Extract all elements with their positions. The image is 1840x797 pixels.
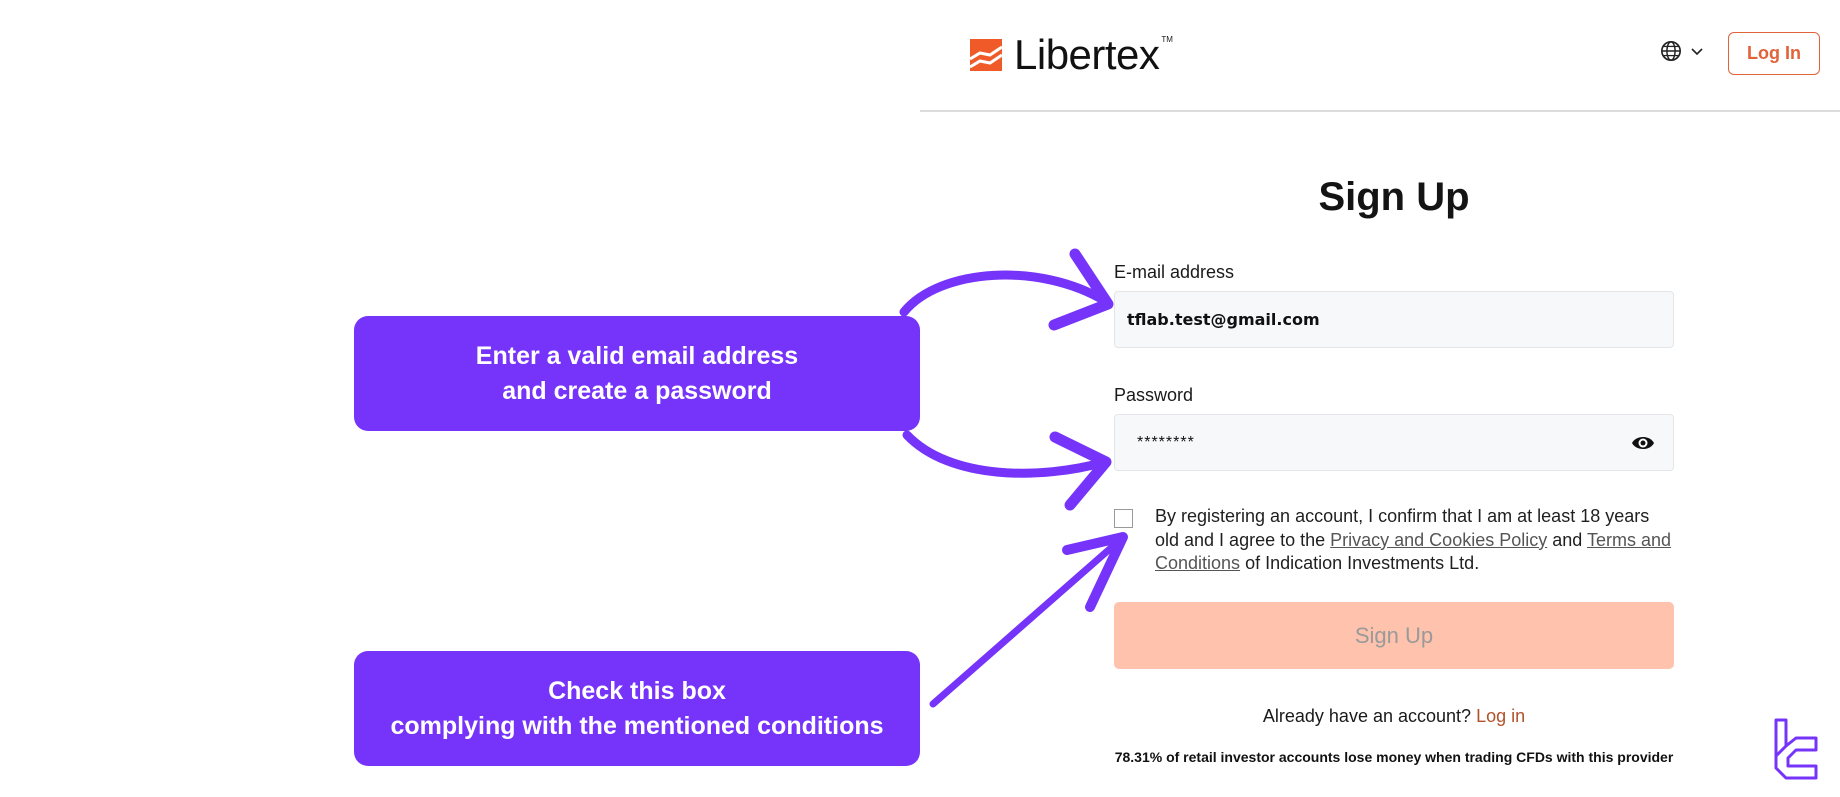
consent-text-middle: and [1547, 529, 1587, 550]
email-label: E-mail address [1114, 262, 1235, 282]
password-label: Password [1114, 385, 1194, 405]
chevron-down-icon [1691, 48, 1703, 56]
globe-icon [1661, 41, 1681, 61]
tflab-logo-icon [1774, 718, 1818, 780]
password-value: ******** [1137, 433, 1195, 451]
have-account-text: Already have an account? [1262, 706, 1472, 726]
annotation-callout-credentials: Enter a valid email address and create a… [354, 316, 920, 431]
annotation-callout-checkbox: Check this box complying with the mentio… [354, 651, 920, 766]
have-account-prompt: Already have an account? Log in [1114, 706, 1674, 727]
arrow-to-email-icon [899, 248, 1114, 331]
trademark: TM [1161, 34, 1173, 44]
site-header: Libertex TM Log In [920, 0, 1840, 112]
header-login-button[interactable]: Log In [1728, 32, 1820, 75]
annotation-arrows [899, 248, 1128, 708]
password-field[interactable]: ******** [1114, 414, 1674, 471]
login-link[interactable]: Log in [1476, 706, 1525, 726]
consent-checkbox[interactable] [1114, 509, 1133, 528]
language-selector[interactable] [1660, 40, 1704, 62]
risk-disclaimer: 78.31% of retail investor accounts lose … [1114, 749, 1674, 765]
callout-line: Check this box [548, 676, 726, 705]
email-value: tflab.test@gmail.com [1127, 310, 1320, 329]
arrow-to-checkbox-icon [929, 532, 1128, 708]
privacy-policy-link[interactable]: Privacy and Cookies Policy [1330, 530, 1547, 550]
consent-text-end: of Indication Investments Ltd. [1240, 553, 1480, 573]
libertex-logo-icon [970, 39, 1002, 71]
brand-name: Libertex [1014, 31, 1160, 78]
libertex-logo[interactable]: Libertex TM [970, 34, 1173, 76]
callout-line: complying with the mentioned conditions [390, 711, 884, 740]
callout-line: and create a password [502, 376, 772, 405]
consent-text: By registering an account, I confirm tha… [1155, 505, 1675, 576]
page-title: Sign Up [1318, 175, 1470, 219]
callout-line: Enter a valid email address [475, 341, 799, 370]
sign-up-button[interactable]: Sign Up [1114, 602, 1674, 669]
eye-icon[interactable] [1631, 433, 1655, 453]
arrow-to-password-icon [902, 430, 1112, 511]
email-field[interactable]: tflab.test@gmail.com [1114, 291, 1674, 348]
